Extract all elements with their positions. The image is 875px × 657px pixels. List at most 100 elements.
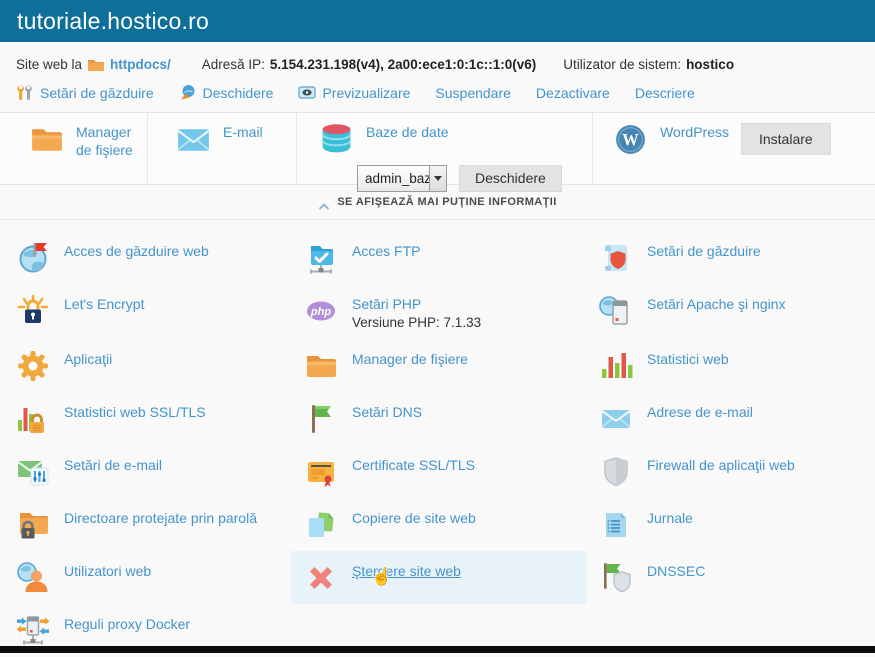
databases-icon[interactable] bbox=[318, 121, 355, 158]
wordpress-install-button[interactable]: Instalare bbox=[741, 123, 831, 155]
tool-label[interactable]: Setări DNS bbox=[352, 404, 422, 421]
tool-set-ri-de-e-mail[interactable]: Setări de e-mail bbox=[3, 445, 291, 498]
email-icon[interactable] bbox=[175, 121, 212, 158]
tool-label[interactable]: Firewall de aplicaţii web bbox=[647, 457, 795, 474]
lets-encrypt-icon[interactable] bbox=[15, 293, 51, 329]
tool-label[interactable]: Reguli proxy Docker bbox=[64, 616, 190, 633]
tool-label[interactable]: Setări de găzduire bbox=[647, 243, 761, 260]
system-user-value: hostico bbox=[686, 57, 734, 72]
wordpress-icon[interactable]: W bbox=[612, 121, 649, 158]
tool-acces-de-g-zduire-web[interactable]: Acces de găzduire web bbox=[3, 231, 291, 284]
tool-label[interactable]: Aplicaţii bbox=[64, 351, 112, 368]
tool-set-ri-de-g-zduire[interactable]: Setări de găzduire bbox=[586, 231, 875, 284]
databases-link[interactable]: Baze de date bbox=[366, 123, 449, 141]
tool-label[interactable]: Jurnale bbox=[647, 510, 693, 527]
tool-label[interactable]: Directoare protejate prin parolă bbox=[64, 510, 257, 527]
php-icon[interactable]: php bbox=[303, 293, 339, 329]
quick-file-manager[interactable]: Manager de fişiere bbox=[0, 113, 148, 184]
tool-label[interactable]: Acces FTP bbox=[352, 243, 420, 260]
toolbar-item-deschidere[interactable]: Deschidere bbox=[179, 84, 274, 101]
site-toolbar: Setări de găzduire Deschidere Previzuali… bbox=[0, 81, 875, 112]
tool-label[interactable]: Ştergere site web bbox=[352, 563, 461, 580]
tool-label[interactable]: Utilizatori web bbox=[64, 563, 151, 580]
site-copy-icon[interactable] bbox=[303, 507, 339, 543]
tool-directoare-protejate-prin-parol[interactable]: Directoare protejate prin parolă bbox=[3, 498, 291, 551]
mail-settings-icon[interactable] bbox=[15, 454, 51, 490]
tool-acces-ftp[interactable]: Acces FTP bbox=[291, 231, 586, 284]
ftp-access-icon[interactable] bbox=[303, 240, 339, 276]
tool-jurnale[interactable]: Jurnale bbox=[586, 498, 875, 551]
toolbar-item-label: Descriere bbox=[635, 85, 695, 101]
tool-label[interactable]: Statistici web bbox=[647, 351, 729, 368]
httpdocs-link[interactable]: httpdocs/ bbox=[110, 57, 171, 72]
toolbar-item-label: Dezactivare bbox=[536, 85, 610, 101]
web-users-icon[interactable] bbox=[15, 560, 51, 596]
tool-set-ri-dns[interactable]: Setări DNS bbox=[291, 392, 586, 445]
tool-manager-de-fi-iere[interactable]: Manager de fişiere bbox=[291, 339, 586, 392]
toolbar-item-previzualizare[interactable]: Previzualizare bbox=[298, 84, 410, 101]
page-title: tutoriale.hostico.ro bbox=[17, 8, 209, 35]
toolbar-item-suspendare[interactable]: Suspendare bbox=[435, 85, 511, 101]
toolbar-item-label: Previzualizare bbox=[322, 85, 410, 101]
folder-icon bbox=[87, 57, 105, 72]
tool-dnssec[interactable]: DNSSEC bbox=[586, 551, 875, 604]
wordpress-link[interactable]: WordPress bbox=[660, 123, 729, 141]
toolbar-item-label: Setări de găzduire bbox=[40, 85, 154, 101]
tool-label[interactable]: Acces de găzduire web bbox=[64, 243, 209, 260]
quick-email[interactable]: E-mail bbox=[148, 113, 297, 184]
tool-label[interactable]: Setări PHP bbox=[352, 296, 481, 313]
protected-dirs-icon[interactable] bbox=[15, 507, 51, 543]
delete-site-icon[interactable] bbox=[303, 560, 339, 596]
tool-set-ri-apache-i-nginx[interactable]: Setări Apache şi nginx bbox=[586, 284, 875, 339]
dns-flag-icon[interactable] bbox=[303, 401, 339, 437]
dnssec-icon[interactable] bbox=[598, 560, 634, 596]
chevron-down-icon[interactable] bbox=[429, 166, 446, 191]
db-open-button[interactable]: Deschidere bbox=[459, 165, 562, 192]
tool-set-ri-php[interactable]: php Setări PHP Versiune PHP: 7.1.33 bbox=[291, 284, 586, 339]
apache-nginx-icon[interactable] bbox=[598, 293, 634, 329]
file-manager-link[interactable]: Manager de fişiere bbox=[76, 123, 142, 159]
tool-label[interactable]: Let's Encrypt bbox=[64, 296, 145, 313]
system-user-label: Utilizator de sistem: bbox=[563, 57, 681, 72]
tool-let-s-encrypt[interactable]: Let's Encrypt bbox=[3, 284, 291, 339]
tool-label[interactable]: Setări Apache şi nginx bbox=[647, 296, 786, 313]
toolbar-item-dezactivare[interactable]: Dezactivare bbox=[536, 85, 610, 101]
waf-shield-icon[interactable] bbox=[598, 454, 634, 490]
file-manager-folder-icon[interactable] bbox=[303, 348, 339, 384]
toolbar-item-descriere[interactable]: Descriere bbox=[635, 85, 695, 101]
applications-gear-icon[interactable] bbox=[15, 348, 51, 384]
db-select[interactable]: admin_baza bbox=[357, 165, 447, 192]
tool-label[interactable]: Setări de e-mail bbox=[64, 457, 162, 474]
docker-proxy-icon[interactable] bbox=[15, 613, 51, 649]
site-info-bar: Site web la httpdocs/ Adresă IP: 5.154.2… bbox=[0, 42, 875, 81]
ssl-certificate-icon[interactable] bbox=[303, 454, 339, 490]
svg-text:php: php bbox=[310, 306, 331, 318]
tool-label[interactable]: Statistici web SSL/TLS bbox=[64, 404, 206, 421]
tool-copiere-de-site-web[interactable]: Copiere de site web bbox=[291, 498, 586, 551]
tool-label[interactable]: Adrese de e-mail bbox=[647, 404, 753, 421]
tool-aplica-ii[interactable]: Aplicaţii bbox=[3, 339, 291, 392]
hosting-settings-icon[interactable] bbox=[598, 240, 634, 276]
tool-label[interactable]: Certificate SSL/TLS bbox=[352, 457, 475, 474]
tool-certificate-ssl-tls[interactable]: Certificate SSL/TLS bbox=[291, 445, 586, 498]
tool-label[interactable]: Copiere de site web bbox=[352, 510, 476, 527]
site-root-label: Site web la bbox=[16, 57, 82, 72]
web-stats-ssl-icon[interactable] bbox=[15, 401, 51, 437]
tool-tergere-site-web[interactable]: Ştergere site web ☝ bbox=[291, 551, 586, 604]
tool-label[interactable]: Manager de fişiere bbox=[352, 351, 468, 368]
chevron-up-icon bbox=[318, 198, 330, 207]
ip-value: 5.154.231.198(v4), 2a00:ece1:0:1c::1:0(v… bbox=[270, 57, 536, 72]
file-manager-icon[interactable] bbox=[28, 121, 65, 158]
tool-label[interactable]: DNSSEC bbox=[647, 563, 705, 580]
tool-utilizatori-web[interactable]: Utilizatori web bbox=[3, 551, 291, 604]
web-stats-icon[interactable] bbox=[598, 348, 634, 384]
toolbar-item-set-ri-de-g-zduire[interactable]: Setări de găzduire bbox=[16, 84, 154, 101]
tool-firewall-de-aplica-ii-web[interactable]: Firewall de aplicaţii web bbox=[586, 445, 875, 498]
logs-icon[interactable] bbox=[598, 507, 634, 543]
tool-statistici-web-ssl-tls[interactable]: Statistici web SSL/TLS bbox=[3, 392, 291, 445]
hosting-access-icon[interactable] bbox=[15, 240, 51, 276]
email-link[interactable]: E-mail bbox=[223, 123, 263, 141]
tool-statistici-web[interactable]: Statistici web bbox=[586, 339, 875, 392]
tool-adrese-de-e-mail[interactable]: Adrese de e-mail bbox=[586, 392, 875, 445]
mail-addresses-icon[interactable] bbox=[598, 401, 634, 437]
